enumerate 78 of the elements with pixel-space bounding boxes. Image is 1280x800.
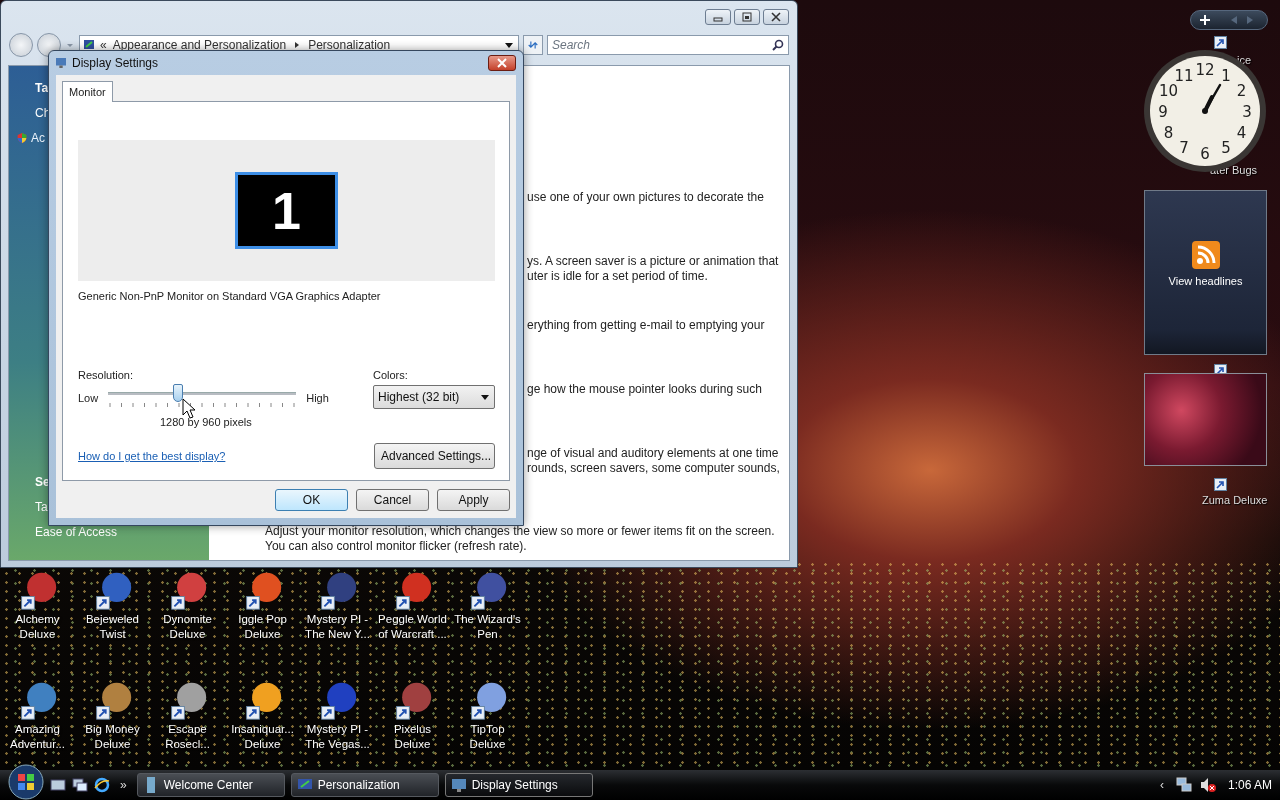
maximize-icon	[742, 12, 752, 22]
close-icon	[497, 58, 507, 68]
breadcrumb[interactable]: Personalization	[308, 38, 391, 52]
mouse-pointer-icon	[182, 398, 196, 420]
network-icon[interactable]	[1175, 777, 1192, 793]
maximize-button[interactable]	[734, 9, 760, 25]
monitor-name: Generic Non-PnP Monitor on Standard VGA Graphics Adapter	[78, 290, 382, 302]
monitor-icon	[84, 40, 94, 50]
colors-label: Colors:	[373, 369, 409, 381]
help-link[interactable]: How do I get the best display?	[78, 450, 226, 462]
desktop-shortcut[interactable]: TipTop Deluxe	[450, 681, 525, 752]
refresh-button[interactable]	[523, 35, 543, 55]
plus-icon[interactable]	[1199, 14, 1211, 26]
description-text: nge of visual and auditory elements at one time rounds, screen savers, some computer sounds,	[527, 446, 780, 477]
taskbar-button[interactable]: Personalization	[290, 773, 439, 797]
dropdown-arrow-icon[interactable]	[504, 40, 514, 50]
tray-expand-chevron[interactable]: ‹	[1155, 778, 1168, 792]
resolution-slider[interactable]	[108, 387, 297, 409]
monitor-tile[interactable]: 1	[235, 172, 338, 249]
taskbar-button[interactable]: Display Settings	[444, 773, 593, 797]
nav-link[interactable]: Ac	[31, 131, 45, 145]
dropdown-arrow-icon	[480, 392, 490, 402]
nav-heading: Ta	[35, 80, 49, 96]
desktop-shortcut[interactable]: The Wizard's Pen	[450, 571, 525, 642]
volume-muted-icon[interactable]	[1199, 777, 1216, 793]
close-button[interactable]	[763, 9, 789, 25]
dialog-title: Display Settings	[72, 56, 160, 70]
taskbar-button[interactable]: Welcome Center	[136, 773, 285, 797]
breadcrumb-chevron[interactable]: «	[100, 38, 107, 52]
windows-stack-icon[interactable]	[72, 777, 88, 793]
desktop-shortcut[interactable]: Mystery PI - The Vegas...	[300, 681, 375, 752]
start-button[interactable]	[8, 764, 44, 800]
desktop-shortcut[interactable]: Mystery PI - The New Y...	[300, 571, 375, 642]
close-button[interactable]	[488, 55, 516, 71]
desktop-shortcut[interactable]: Big Money Deluxe	[75, 681, 150, 752]
overflow-chevron[interactable]: »	[116, 778, 131, 792]
window-icon	[451, 777, 466, 793]
cancel-button[interactable]: Cancel	[356, 489, 429, 511]
desktop-shortcut[interactable]: Peggle World of Warcraft ...	[375, 571, 450, 642]
search-icon[interactable]	[772, 39, 784, 51]
desktop-shortcut[interactable]: Bejeweled Twist	[75, 571, 150, 642]
headlines-link[interactable]: View headlines	[1168, 275, 1243, 287]
description-text: Adjust your monitor resolution, which changes the view so more or fewer items fit on the screen. You can also control monitor flicker (refresh rate).	[265, 524, 775, 554]
desktop-shortcut[interactable]: Alchemy Deluxe	[0, 571, 75, 642]
desktop-icon[interactable]	[50, 777, 66, 793]
apply-button[interactable]: Apply	[437, 489, 510, 511]
display-icon	[56, 58, 66, 68]
shortcut-arrow-icon[interactable]	[1214, 36, 1227, 49]
desktop-shortcut[interactable]: Iggle Pop Deluxe	[225, 571, 300, 642]
high-label: High	[306, 392, 329, 404]
advanced-settings-button[interactable]: Advanced Settings...	[374, 443, 495, 469]
desktop-shortcut[interactable]: Insaniquar... Deluxe	[225, 681, 300, 752]
low-label: Low	[78, 392, 99, 404]
breadcrumb[interactable]: Appearance and Personalization	[112, 38, 287, 52]
rss-icon	[1191, 241, 1220, 269]
shortcut-arrow-icon[interactable]	[1214, 478, 1227, 491]
colors-dropdown[interactable]: Highest (32 bit)	[373, 385, 495, 409]
description-text: erything from getting e-mail to emptying your	[527, 318, 765, 334]
minimize-button[interactable]	[705, 9, 731, 25]
browser-icon[interactable]	[94, 777, 110, 793]
desktop-shortcut[interactable]: Amazing Adventur...	[0, 681, 75, 752]
close-icon	[771, 12, 781, 22]
clock-time[interactable]: 1:06 AM	[1227, 778, 1272, 792]
description-text: ge how the mouse pointer looks during such	[527, 382, 762, 398]
search-field[interactable]: Search	[547, 35, 789, 55]
forward-button[interactable]	[37, 33, 61, 57]
resolution-value: 1280 by 960 pixels	[160, 416, 253, 428]
desktop-shortcut[interactable]: Dynomite Deluxe	[150, 571, 225, 642]
refresh-icon	[528, 40, 538, 50]
ok-button[interactable]: OK	[275, 489, 348, 511]
description-text: use one of your own pictures to decorate the	[527, 190, 764, 206]
shield-icon	[17, 133, 27, 143]
desktop-shortcut[interactable]: Escape Rosecl...	[150, 681, 225, 752]
resolution-label: Resolution:	[78, 369, 135, 381]
description-text: ys. A screen saver is a picture or animation that uter is idle for a set period of time.	[527, 254, 779, 285]
tab[interactable]: Monitor	[62, 81, 113, 102]
desktop-shortcut[interactable]: Pixelus Deluxe	[375, 681, 450, 752]
shortcut-label: Zuma Deluxe	[1202, 494, 1268, 506]
